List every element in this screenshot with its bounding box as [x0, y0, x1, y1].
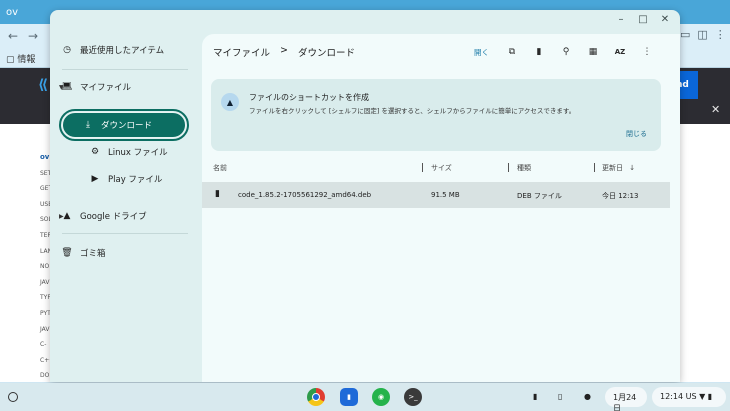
share-icon[interactable]: ⧉ — [505, 45, 519, 59]
column-header-size[interactable]: サイズ — [431, 163, 452, 173]
open-button[interactable]: 開く — [474, 45, 489, 59]
vscode-logo-icon: ⟪ — [38, 77, 49, 93]
clock-time: 12:14 — [660, 392, 684, 401]
expand-caret-icon[interactable]: ▼ — [59, 84, 64, 91]
column-divider[interactable] — [594, 163, 595, 172]
banner-close-button[interactable]: 閉じる — [626, 129, 647, 139]
breadcrumb: マイファイル > ダウンロード — [213, 45, 355, 59]
chrome-app-icon[interactable] — [307, 388, 325, 406]
pin-icon: ▲ — [221, 93, 239, 111]
column-divider[interactable] — [422, 163, 423, 172]
files-app-icon[interactable]: ▮ — [340, 388, 358, 406]
play-icon: ▶ — [91, 174, 99, 184]
launcher-icon[interactable] — [8, 392, 18, 402]
collapse-caret-icon[interactable]: ▶ — [59, 213, 64, 220]
files-app-window: – □ ✕ ◷ 最近使用したアイテム ▼ 💻︎ マイファイル ⤓ ダウンロード … — [50, 10, 680, 382]
clock-icon: ◷ — [63, 45, 71, 55]
sidebar-item-label: 最近使用したアイテム — [80, 46, 165, 56]
close-icon[interactable]: ✕ — [711, 103, 720, 116]
table-row[interactable]: ▮ code_1.85.2-1705561292_amd64.deb 91.5 … — [202, 182, 670, 208]
sidebar-item-label: Play ファイル — [108, 175, 163, 185]
column-header-type[interactable]: 種類 — [517, 163, 531, 173]
shortcut-tip-banner: ▲ ファイルのショートカットを作成 ファイルを右クリックして [シェルフに固定]… — [211, 79, 661, 151]
file-icon: ▮ — [215, 189, 220, 199]
date-tray[interactable]: 1月24日 — [605, 387, 647, 411]
bookmark-item[interactable]: ▢ 情報 — [6, 52, 35, 65]
sidebar-item-label: ゴミ箱 — [80, 249, 106, 259]
column-header-modified-label: 更新日 — [602, 164, 623, 172]
sidebar-item-label: Linux ファイル — [108, 148, 168, 158]
files-toolbar: 開く ⧉ ▮ ⚲ ▦ AZ ⋮ — [474, 45, 667, 59]
file-name: code_1.85.2-1705561292_amd64.deb — [238, 191, 372, 199]
breadcrumb-current[interactable]: ダウンロード — [298, 45, 355, 59]
grid-view-icon[interactable]: ▦ — [586, 45, 600, 59]
battery-icon: ▮ — [707, 392, 713, 401]
sidebar-item-label: マイファイル — [80, 83, 132, 93]
bookmark-label: 情報 — [17, 55, 36, 65]
delete-icon[interactable]: ▮ — [532, 45, 546, 59]
forward-arrow-icon[interactable]: → — [28, 29, 38, 43]
file-list-header: 名前 サイズ 種類 更新日 ↓ — [202, 160, 670, 176]
download-icon: ⤓ — [86, 120, 90, 130]
file-type: DEB ファイル — [517, 192, 562, 200]
sidebar-item-label: Google ドライブ — [80, 212, 147, 222]
breadcrumb-separator: > — [280, 45, 288, 56]
column-header-name[interactable]: 名前 — [213, 163, 227, 173]
sort-down-icon: ↓ — [629, 164, 636, 172]
browser-tab-title: ov — [6, 7, 19, 18]
files-sidebar: ◷ 最近使用したアイテム ▼ 💻︎ マイファイル ⤓ ダウンロード ⚙ Linu… — [50, 34, 202, 382]
column-divider[interactable] — [508, 163, 509, 172]
status-tray[interactable]: 12:14 US ▼ ▮ — [652, 387, 726, 407]
sidebar-item-play-files[interactable]: ▶ Play ファイル — [60, 166, 186, 192]
back-arrow-icon[interactable]: ← — [8, 29, 18, 43]
files-main-panel: マイファイル > ダウンロード 開く ⧉ ▮ ⚲ ▦ AZ ⋮ ▲ ファイルのシ… — [202, 34, 680, 382]
sidebar-item-label: ダウンロード — [101, 121, 153, 131]
linux-icon: ⚙ — [90, 147, 100, 157]
sort-button[interactable]: AZ — [613, 45, 627, 59]
chrome-center — [312, 393, 320, 401]
banner-description: ファイルを右クリックして [シェルフに固定] を選択すると、シェルフからファイル… — [249, 107, 576, 115]
wifi-icon: ▼ — [699, 392, 706, 401]
line-app-icon[interactable]: ◉ — [372, 388, 390, 406]
terminal-app-icon[interactable]: >_ — [404, 388, 422, 406]
chromeos-shelf: ▮ ◉ >_ ▮ ▯ ● 1月24日 12:14 US ▼ ▮ — [0, 383, 730, 411]
sidebar-divider — [62, 69, 188, 70]
sidebar-item-downloads[interactable]: ⤓ ダウンロード — [59, 109, 189, 141]
notification-icon[interactable]: ● — [584, 392, 591, 401]
ime-indicator: US — [685, 392, 697, 401]
file-modified: 今日 12:13 — [602, 192, 639, 200]
phone-hub-icon[interactable]: ▯ — [558, 392, 562, 401]
column-header-modified[interactable]: 更新日 ↓ — [602, 163, 635, 173]
breadcrumb-root[interactable]: マイファイル — [213, 45, 270, 59]
window-controls: – □ ✕ — [616, 14, 670, 25]
sidebar-item-trash[interactable]: 🗑︎ ゴミ箱 — [60, 240, 186, 266]
banner-title: ファイルのショートカットを作成 — [249, 93, 369, 102]
sidebar-item-linux-files[interactable]: ⚙ Linux ファイル — [60, 139, 186, 165]
sidebar-item-recent[interactable]: ◷ 最近使用したアイテム — [60, 37, 186, 63]
file-size: 91.5 MB — [431, 191, 460, 199]
more-options-icon[interactable]: ⋮ — [640, 45, 654, 59]
holding-space-icon[interactable]: ▮ — [533, 392, 537, 401]
sidebar-item-my-files[interactable]: ▼ 💻︎ マイファイル — [59, 74, 186, 100]
maximize-icon[interactable]: □ — [638, 14, 648, 25]
close-icon[interactable]: ✕ — [660, 14, 670, 25]
browser-extension-icons[interactable]: ▭ ◫ ⋮ — [680, 28, 726, 41]
minimize-icon[interactable]: – — [616, 14, 626, 25]
sidebar-item-google-drive[interactable]: ▶ ▲ Google ドライブ — [59, 203, 186, 229]
trash-icon: 🗑︎ — [61, 248, 73, 258]
sidebar-divider — [62, 233, 188, 234]
search-icon[interactable]: ⚲ — [559, 45, 573, 59]
